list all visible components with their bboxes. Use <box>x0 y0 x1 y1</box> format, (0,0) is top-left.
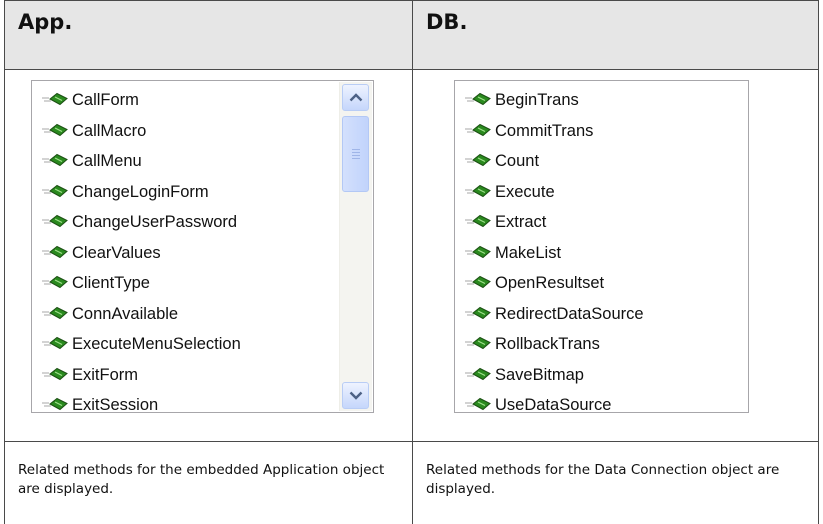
header-cell-db: DB. <box>412 0 819 69</box>
method-name: ChangeUserPassword <box>72 213 238 231</box>
method-icon <box>465 367 491 380</box>
db-description-cell: Related methods for the Data Connection … <box>412 441 819 524</box>
app-methods-list: CallForm CallMacro CallMenu ChangeLoginForm… <box>32 85 241 421</box>
method-name: OpenResultset <box>495 274 605 292</box>
method-icon <box>42 123 68 136</box>
method-icon <box>465 153 491 167</box>
method-icon <box>42 184 68 197</box>
method-icon <box>42 306 68 319</box>
method-name: CallForm <box>72 91 139 109</box>
header-app: App. <box>18 10 73 34</box>
list-item[interactable]: SaveBitmap <box>455 360 644 391</box>
list-item[interactable]: ClientType <box>32 268 241 299</box>
list-item[interactable]: CommitTrans <box>455 116 644 147</box>
method-name: Count <box>495 152 540 170</box>
method-icon <box>465 275 491 289</box>
list-item[interactable]: BeginTrans <box>455 85 644 116</box>
method-name: ChangeLoginForm <box>72 182 209 201</box>
list-item[interactable]: ChangeUserPassword <box>32 207 241 238</box>
method-icon <box>42 397 68 411</box>
scroll-thumb[interactable] <box>342 116 369 192</box>
list-item[interactable]: Count <box>455 146 644 177</box>
header-db: DB. <box>426 10 468 34</box>
list-item[interactable]: MakeList <box>455 238 644 269</box>
header-cell-app: App. <box>4 0 412 69</box>
method-name: CommitTrans <box>495 121 594 140</box>
method-name: Execute <box>495 182 555 201</box>
method-icon <box>465 184 491 197</box>
method-icon <box>465 92 491 106</box>
method-icon <box>42 275 68 289</box>
app-description-cell: Related methods for the embedded Applica… <box>4 441 412 524</box>
method-name: UseDataSource <box>495 396 612 414</box>
list-item[interactable]: ExecuteMenuSelection <box>32 329 241 360</box>
list-item[interactable]: RedirectDataSource <box>455 299 644 330</box>
vertical-scrollbar[interactable] <box>339 82 372 411</box>
scroll-up-button[interactable] <box>342 84 369 111</box>
app-methods-listbox[interactable]: CallForm CallMacro CallMenu ChangeLoginForm… <box>31 80 374 414</box>
method-name: BeginTrans <box>495 91 579 109</box>
method-icon <box>465 397 491 411</box>
chevron-up-icon <box>349 93 363 102</box>
app-screenshot-cell: CallForm CallMacro CallMenu ChangeLoginForm… <box>4 69 412 441</box>
db-methods-listbox[interactable]: BeginTrans CommitTrans Count Execute Extract… <box>454 80 749 414</box>
list-item[interactable]: CallMenu <box>32 146 241 177</box>
app-description: Related methods for the embedded Applica… <box>18 462 385 497</box>
list-item[interactable]: ExitForm <box>32 360 241 391</box>
method-icon <box>42 336 68 350</box>
list-item[interactable]: ExitSession <box>32 390 241 421</box>
scroll-down-button[interactable] <box>342 382 369 409</box>
method-icon <box>465 214 491 228</box>
list-item[interactable]: ChangeLoginForm <box>32 177 241 208</box>
method-name: Extract <box>495 213 547 231</box>
db-screenshot-cell: BeginTrans CommitTrans Count Execute Extract… <box>412 69 819 441</box>
list-item[interactable]: Execute <box>455 177 644 208</box>
method-icon <box>465 336 491 350</box>
method-icon <box>465 306 491 319</box>
db-description: Related methods for the Data Connection … <box>426 462 780 497</box>
method-name: CallMacro <box>72 121 147 140</box>
method-name: ConnAvailable <box>72 304 179 323</box>
method-name: RollbackTrans <box>495 335 600 353</box>
method-name: ExitSession <box>72 396 159 414</box>
method-icon <box>465 245 491 258</box>
list-item[interactable]: Extract <box>455 207 644 238</box>
list-item[interactable]: OpenResultset <box>455 268 644 299</box>
method-icon <box>42 92 68 106</box>
list-item[interactable]: ClearValues <box>32 238 241 269</box>
chevron-down-icon <box>349 391 363 400</box>
method-name: CallMenu <box>72 152 142 170</box>
method-icon <box>42 153 68 167</box>
method-name: SaveBitmap <box>495 365 584 384</box>
method-icon <box>42 245 68 258</box>
method-icon <box>42 214 68 228</box>
method-name: RedirectDataSource <box>495 304 644 323</box>
method-name: ExecuteMenuSelection <box>72 335 241 353</box>
list-item[interactable]: CallForm <box>32 85 241 116</box>
method-icon <box>465 123 491 136</box>
method-icon <box>42 367 68 380</box>
method-table: App. DB. CallForm CallMacro CallMenu Change… <box>4 0 819 524</box>
db-methods-list: BeginTrans CommitTrans Count Execute Extract… <box>455 85 644 421</box>
method-name: MakeList <box>495 243 562 262</box>
list-item[interactable]: ConnAvailable <box>32 299 241 330</box>
method-name: ExitForm <box>72 365 138 384</box>
list-item[interactable]: RollbackTrans <box>455 329 644 360</box>
method-name: ClearValues <box>72 243 161 262</box>
method-name: ClientType <box>72 274 150 292</box>
list-item[interactable]: UseDataSource <box>455 390 644 421</box>
list-item[interactable]: CallMacro <box>32 116 241 147</box>
